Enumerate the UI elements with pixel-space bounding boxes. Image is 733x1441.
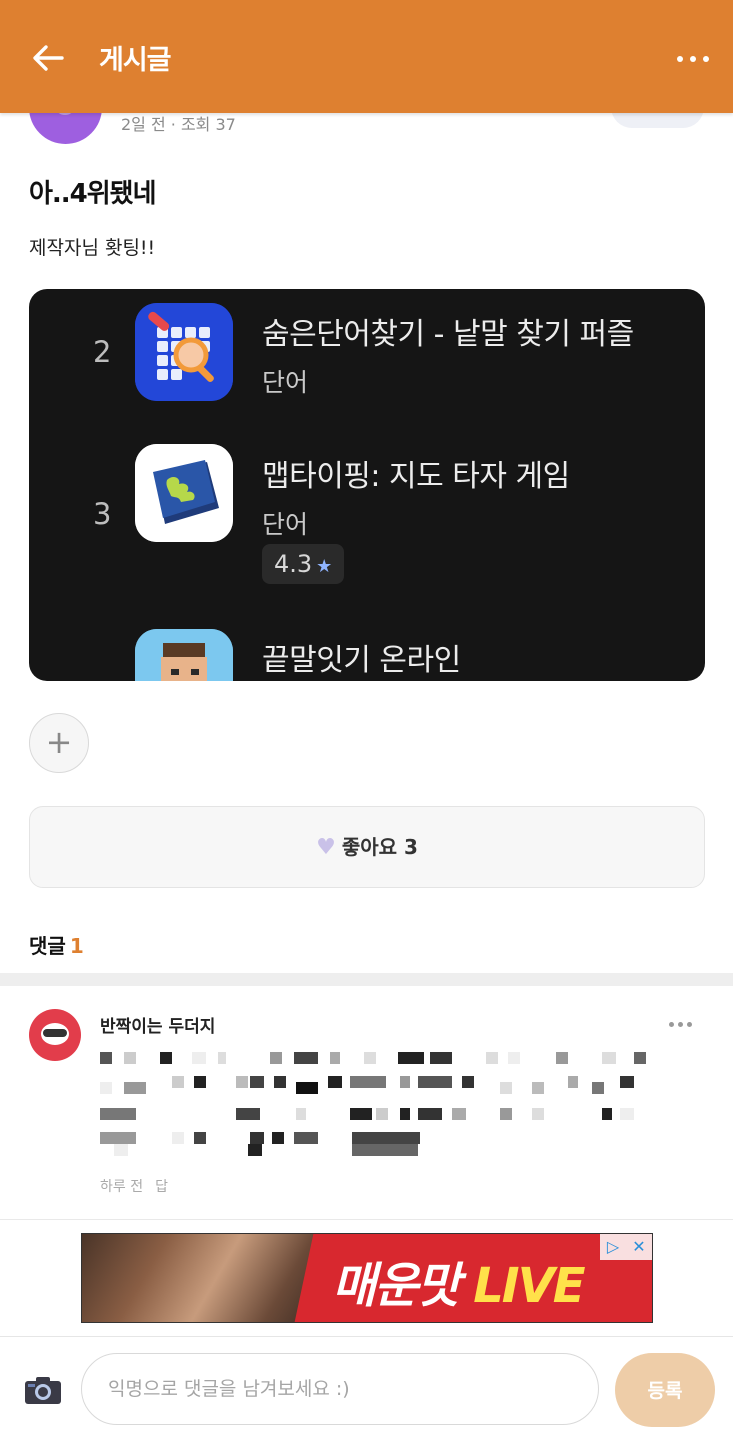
like-button[interactable]: ♥ 좋아요 3	[29, 806, 705, 888]
app-name: 끝말잇기 온라인	[262, 643, 461, 678]
ad-controls: ▷ ✕	[600, 1234, 652, 1260]
comment-input[interactable]	[81, 1353, 599, 1425]
back-button[interactable]	[24, 34, 72, 82]
plus-icon: +	[45, 723, 73, 761]
rank-number: 3	[93, 497, 112, 531]
rating-badge: 4.3 ★	[262, 544, 345, 584]
comment-meta: 하루 전 답	[100, 1176, 180, 1196]
commenter-avatar[interactable]	[29, 1009, 81, 1061]
attached-image[interactable]: 2 숨은단어찾기 - 낱말 찾기 퍼즐 단어 3 맵타이핑: 지도 타자 게임 …	[29, 289, 705, 681]
more-horizontal-icon	[669, 1022, 674, 1027]
submit-button[interactable]: 등록	[615, 1353, 715, 1427]
word-search-puzzle-icon	[135, 303, 233, 401]
comment-time: 하루 전	[100, 1179, 144, 1195]
app-name: 맵타이핑: 지도 타자 게임	[262, 459, 570, 494]
ad-headline: 매운맛 LIVE	[332, 1258, 586, 1314]
star-icon: ★	[316, 556, 333, 577]
close-icon[interactable]: ✕	[626, 1234, 652, 1260]
more-horizontal-icon	[677, 56, 683, 62]
more-options-button[interactable]	[675, 44, 711, 72]
comment-text-pixelated	[100, 1046, 660, 1156]
rating-value: 4.3	[274, 550, 313, 578]
app-category: 단어	[262, 368, 309, 397]
comments-header: 댓글 1	[29, 930, 84, 959]
word-chain-character-icon	[135, 629, 233, 681]
section-divider	[0, 973, 733, 986]
comments-count: 1	[69, 934, 84, 958]
app-category: 단어	[262, 510, 309, 539]
like-label: 좋아요 3	[341, 835, 418, 859]
arrow-left-icon	[33, 45, 64, 71]
comment-input-bar: 등록	[0, 1336, 733, 1441]
add-reaction-button[interactable]: +	[29, 713, 89, 773]
page-title: 게시글	[99, 45, 172, 76]
ad-banner[interactable]: 매운맛 LIVE ▷ ✕	[81, 1233, 653, 1323]
post-title: 아..4위됐네	[29, 179, 157, 209]
map-keyboard-icon	[135, 444, 233, 542]
post-body: 제작자님 홧팅!!	[29, 237, 156, 259]
reply-button[interactable]: 답	[155, 1179, 168, 1195]
comments-label: 댓글	[29, 934, 66, 958]
camera-button[interactable]	[24, 1375, 62, 1405]
divider	[0, 1219, 733, 1220]
app-name: 숨은단어찾기 - 낱말 찾기 퍼즐	[262, 317, 634, 352]
heart-icon: ♥	[316, 835, 336, 860]
rank-number: 2	[93, 335, 112, 369]
post-meta: 2일 전 · 조회 37	[121, 115, 236, 134]
camera-icon	[25, 1377, 61, 1404]
ad-info-icon[interactable]: ▷	[600, 1234, 626, 1260]
ad-photo	[82, 1234, 322, 1322]
comment-author: 반짝이는 두더지	[100, 1017, 216, 1037]
app-header: 게시글	[0, 0, 733, 113]
comment-more-button[interactable]	[669, 1014, 695, 1034]
